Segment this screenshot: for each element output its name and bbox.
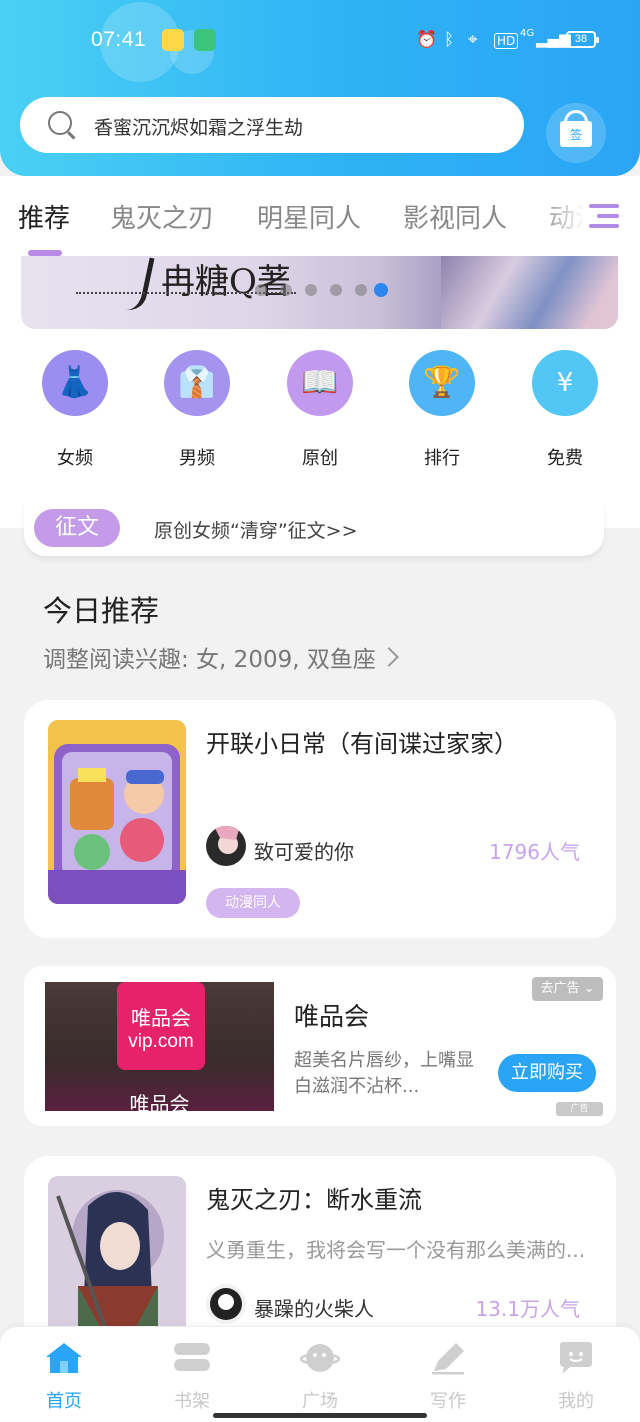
author-avatar bbox=[206, 826, 246, 866]
nav-label: 广场 bbox=[302, 1391, 338, 1412]
popularity-count: 1796人气 bbox=[489, 840, 580, 864]
author-avatar bbox=[206, 1284, 246, 1324]
book-cover bbox=[48, 720, 186, 904]
category-female[interactable]: 👗 女频 bbox=[41, 350, 109, 470]
status-time: 07:41 bbox=[91, 28, 147, 51]
bluetooth-icon: ᛒ bbox=[444, 30, 455, 50]
status-bar: 07:41 ⏰ ᛒ ⌖ HD 4G ▂▄▆ 38 bbox=[0, 28, 640, 56]
nav-label: 书架 bbox=[174, 1391, 210, 1412]
dress-icon: 👗 bbox=[42, 350, 108, 416]
reading-interest-link[interactable]: 调整阅读兴趣: 女, 2009, 双鱼座 bbox=[43, 640, 399, 674]
bottom-navigation: 首页 书架 广场 写作 我的 bbox=[0, 1326, 640, 1422]
home-indicator[interactable] bbox=[213, 1413, 427, 1418]
book-card[interactable]: 开联小日常（有间谍过家家） 致可爱的你 1796人气 动漫同人 bbox=[24, 700, 616, 938]
nav-plaza[interactable]: 广场 bbox=[280, 1341, 360, 1413]
buy-now-button[interactable]: 立即购买 bbox=[498, 1054, 596, 1092]
pagination-dot[interactable] bbox=[280, 284, 292, 296]
pagination-dot[interactable] bbox=[305, 284, 317, 296]
category-label: 排行 bbox=[424, 448, 460, 469]
contest-notice[interactable]: 征文 原创女频“清穿”征文>> bbox=[24, 500, 604, 556]
author-name: 暴躁的火柴人 bbox=[254, 1297, 374, 1321]
category-label: 女频 bbox=[57, 448, 93, 469]
pen-icon bbox=[428, 1341, 468, 1375]
nav-label: 写作 bbox=[430, 1391, 466, 1412]
alarm-icon: ⏰ bbox=[416, 30, 438, 50]
nav-write[interactable]: 写作 bbox=[408, 1341, 488, 1413]
home-icon bbox=[44, 1341, 84, 1375]
ad-image: 唯品会 vip.com 唯品会 bbox=[45, 982, 274, 1111]
promo-banner[interactable]: 冉糖Q著 bbox=[21, 256, 618, 329]
vip-logo: 唯品会 vip.com bbox=[117, 982, 205, 1070]
hd-icon: HD bbox=[494, 33, 519, 49]
banner-decor bbox=[125, 256, 155, 314]
category-label: 免费 bbox=[547, 448, 583, 469]
pagination-dot[interactable] bbox=[255, 284, 267, 296]
notification-chat-icon bbox=[194, 29, 216, 51]
book-icon: 📖 bbox=[287, 350, 353, 416]
contest-tag: 征文 bbox=[34, 509, 120, 547]
search-placeholder: 香蜜沉沉烬如霜之浮生劫 bbox=[94, 117, 304, 139]
book-title: 开联小日常（有间谍过家家） bbox=[206, 730, 518, 758]
trophy-icon: 🏆 bbox=[409, 350, 475, 416]
location-icon: ⌖ bbox=[468, 30, 478, 50]
category-original[interactable]: 📖 原创 bbox=[286, 350, 354, 470]
nav-bookshelf[interactable]: 书架 bbox=[152, 1341, 232, 1413]
tab-celebrity[interactable]: 明星同人 bbox=[257, 198, 361, 235]
nav-mine[interactable]: 我的 bbox=[536, 1341, 616, 1413]
gift-icon: 签 bbox=[560, 121, 592, 147]
pagination-dot[interactable] bbox=[355, 284, 367, 296]
tab-film-tv[interactable]: 影视同人 bbox=[403, 198, 507, 235]
book-title: 鬼灭之刃：断水重流 bbox=[206, 1186, 422, 1214]
planet-icon bbox=[299, 1341, 341, 1375]
nav-home[interactable]: 首页 bbox=[24, 1341, 104, 1413]
author-name: 致可爱的你 bbox=[254, 840, 354, 864]
app-header: 07:41 ⏰ ᛒ ⌖ HD 4G ▂▄▆ 38 香蜜沉沉烬如霜之浮生劫 签 bbox=[0, 0, 640, 176]
tab-demon-slayer[interactable]: 鬼灭之刃 bbox=[110, 198, 214, 235]
search-bar[interactable]: 香蜜沉沉烬如霜之浮生劫 bbox=[20, 97, 524, 153]
category-label: 原创 bbox=[302, 448, 338, 469]
remove-ad-button[interactable]: 去广告 ⌄ bbox=[532, 977, 603, 1001]
category-tabs: 推荐 鬼灭之刃 明星同人 影视同人 动漫 bbox=[0, 176, 640, 256]
ad-brand-name: 唯品会 bbox=[294, 1002, 370, 1031]
pagination-dot[interactable] bbox=[330, 284, 342, 296]
book-description: 义勇重生，我将会写一个没有那么美满的... bbox=[206, 1238, 586, 1262]
network-type: 4G bbox=[520, 28, 535, 39]
reading-interest-text: 调整阅读兴趣: 女, 2009, 双鱼座 bbox=[43, 647, 376, 673]
battery-icon: 38 bbox=[566, 31, 599, 48]
ad-card[interactable]: 唯品会 vip.com 唯品会 唯品会 超美名片唇纱，上嘴显白滋润不沾杯... … bbox=[24, 966, 616, 1126]
banner-artwork bbox=[441, 256, 618, 329]
category-ranking[interactable]: 🏆 排行 bbox=[408, 350, 476, 470]
category-male[interactable]: 👔 男频 bbox=[163, 350, 231, 470]
contest-text: 原创女频“清穿”征文>> bbox=[154, 520, 358, 542]
popularity-count: 13.1万人气 bbox=[475, 1297, 580, 1321]
shirt-icon: 👔 bbox=[164, 350, 230, 416]
bookshelf-icon bbox=[172, 1341, 212, 1375]
nav-label: 我的 bbox=[558, 1391, 594, 1412]
tab-menu-icon[interactable] bbox=[589, 202, 619, 232]
book-tag[interactable]: 动漫同人 bbox=[206, 888, 300, 918]
tab-recommend[interactable]: 推荐 bbox=[18, 198, 70, 235]
search-icon bbox=[48, 111, 72, 135]
ad-description: 超美名片唇纱，上嘴显白滋润不沾杯... bbox=[294, 1050, 474, 1097]
yuan-coin-icon: ¥ bbox=[532, 350, 598, 416]
section-title: 今日推荐 bbox=[43, 594, 160, 628]
ad-image-caption: 唯品会 bbox=[129, 1092, 190, 1111]
pagination-dot-active[interactable] bbox=[374, 283, 388, 297]
banner-text: 冉糖Q著 bbox=[161, 262, 291, 302]
ad-mark: 广告 bbox=[556, 1102, 603, 1116]
notification-app-icon bbox=[162, 29, 184, 51]
nav-label: 首页 bbox=[46, 1391, 82, 1412]
checkin-button[interactable]: 签 bbox=[546, 103, 606, 163]
chat-face-icon bbox=[556, 1341, 596, 1375]
category-label: 男频 bbox=[179, 448, 215, 469]
category-free[interactable]: ¥ 免费 bbox=[531, 350, 599, 470]
chevron-right-icon bbox=[378, 647, 399, 667]
